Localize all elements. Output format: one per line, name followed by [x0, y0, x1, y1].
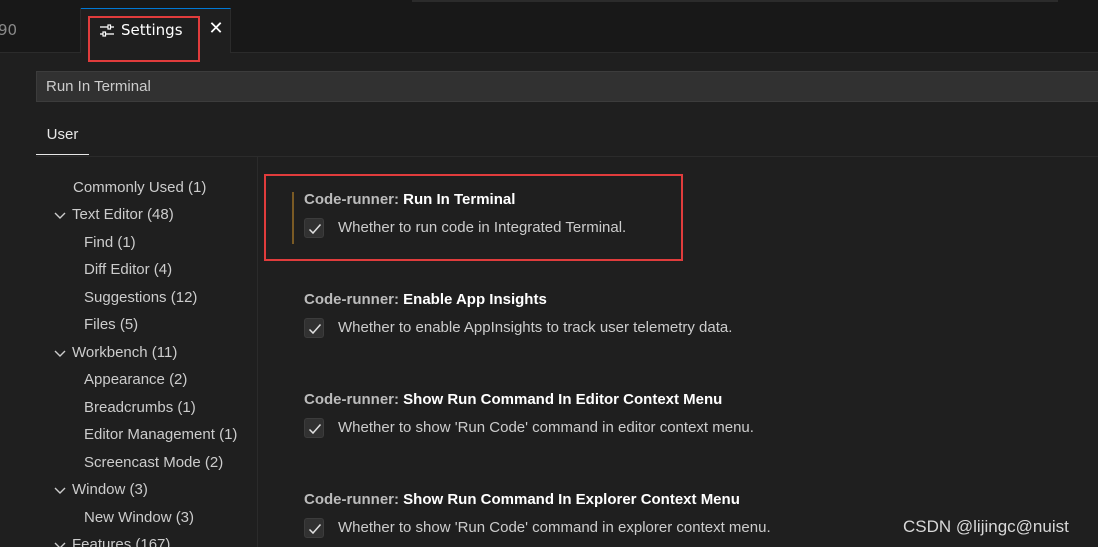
checkmark-icon — [308, 524, 322, 535]
watermark: CSDN @lijingc@nuist — [903, 517, 1069, 536]
chevron-down-icon[interactable] — [52, 345, 68, 361]
setting-name: Enable App Insights — [403, 291, 547, 308]
toc-item-label: New Window (3) — [84, 509, 195, 526]
toc-item[interactable]: Screencast Mode (2) — [84, 450, 223, 476]
setting-description: Whether to show 'Run Code' command in ed… — [338, 419, 754, 436]
setting-description: Whether to show 'Run Code' command in ex… — [338, 519, 771, 536]
setting-title: Code-runner: Show Run Command In Editor … — [304, 389, 1084, 411]
tab-settings[interactable]: Settings ✕ — [81, 8, 231, 53]
toc-item-label: Diff Editor (4) — [84, 261, 173, 278]
settings-search-input[interactable] — [36, 71, 1098, 102]
toc-item-label: Text Editor (48) — [72, 206, 174, 223]
setting-checkbox[interactable] — [304, 418, 324, 438]
chevron-down-icon[interactable] — [52, 537, 68, 547]
settings-sliders-icon — [100, 24, 114, 37]
toc-item[interactable]: Appearance (2) — [84, 367, 187, 393]
setting-name: Show Run Command In Explorer Context Men… — [403, 491, 740, 508]
toc-item-label: Breadcrumbs (1) — [84, 399, 196, 416]
tab-previous-label: 90 — [0, 21, 18, 39]
toc-item[interactable]: Commonly Used (1) — [73, 175, 206, 201]
toc-item-label: Features (167) — [72, 536, 171, 547]
toc-item[interactable]: Text Editor (48) — [52, 202, 174, 228]
setting-title: Code-runner: Enable App Insights — [304, 289, 1084, 311]
toc-item-label: Commonly Used (1) — [73, 179, 207, 196]
close-icon[interactable]: ✕ — [205, 18, 227, 40]
checkmark-icon — [308, 224, 322, 235]
toc-item[interactable]: Workbench (11) — [52, 340, 177, 366]
setting-checkbox[interactable] — [304, 318, 324, 338]
toc-item[interactable]: Breadcrumbs (1) — [84, 395, 196, 421]
setting-category: Code-runner: — [304, 491, 404, 508]
chevron-down-icon[interactable] — [52, 207, 68, 223]
toc-item-label: Files (5) — [84, 316, 139, 333]
toc-item[interactable]: Window (3) — [52, 477, 148, 503]
checkmark-icon — [308, 424, 322, 435]
setting-title: Code-runner: Show Run Command In Explore… — [304, 489, 1084, 511]
toc-item[interactable]: Editor Management (1) — [84, 422, 237, 448]
toc-item-label: Appearance (2) — [84, 371, 188, 388]
settings-scope-tabs: User — [36, 118, 1098, 157]
setting-checkbox[interactable] — [304, 218, 324, 238]
toc-item-label: Window (3) — [72, 481, 148, 498]
setting-name: Show Run Command In Editor Context Menu — [403, 391, 723, 408]
tab-user[interactable]: User — [36, 118, 89, 155]
setting-name: Run In Terminal — [403, 191, 516, 208]
command-center-edge — [412, 0, 1058, 2]
setting-title: Code-runner: Run In Terminal — [304, 189, 1084, 211]
toc-item-label: Suggestions (12) — [84, 289, 198, 306]
toc-item[interactable]: Features (167) — [52, 532, 170, 547]
toc-item[interactable]: Find (1) — [84, 230, 136, 256]
tab-previous[interactable]: 90 — [0, 8, 81, 52]
toc-item-label: Screencast Mode (2) — [84, 454, 224, 471]
toc-item-label: Editor Management (1) — [84, 426, 238, 443]
settings-toc: Commonly Used (1) Text Editor (48) Find (1… — [0, 157, 258, 547]
tab-settings-label: Settings — [121, 21, 183, 39]
checkmark-icon — [308, 324, 322, 335]
toc-item[interactable]: Suggestions (12) — [84, 285, 197, 311]
modified-indicator — [292, 192, 294, 244]
setting-checkbox[interactable] — [304, 518, 324, 538]
toc-item-label: Workbench (11) — [72, 344, 178, 361]
top-strip — [0, 0, 1098, 8]
setting-description: Whether to run code in Integrated Termin… — [338, 219, 627, 236]
toc-item[interactable]: Files (5) — [84, 312, 138, 338]
setting-category: Code-runner: — [304, 291, 404, 308]
setting-category: Code-runner: — [304, 191, 404, 208]
editor-tab-bar: 90 Settings ✕ — [0, 8, 1098, 53]
chevron-down-icon[interactable] — [52, 482, 68, 498]
toc-item-label: Find (1) — [84, 234, 136, 251]
setting-item: Code-runner: Run In Terminal Whether to r… — [304, 189, 1084, 243]
toc-item[interactable]: Diff Editor (4) — [84, 257, 172, 283]
setting-description: Whether to enable AppInsights to track u… — [338, 319, 733, 336]
setting-item: Code-runner: Enable App Insights Whether … — [304, 289, 1084, 343]
setting-item: Code-runner: Show Run Command In Editor … — [304, 389, 1084, 443]
setting-category: Code-runner: — [304, 391, 404, 408]
toc-item[interactable]: New Window (3) — [84, 505, 194, 531]
